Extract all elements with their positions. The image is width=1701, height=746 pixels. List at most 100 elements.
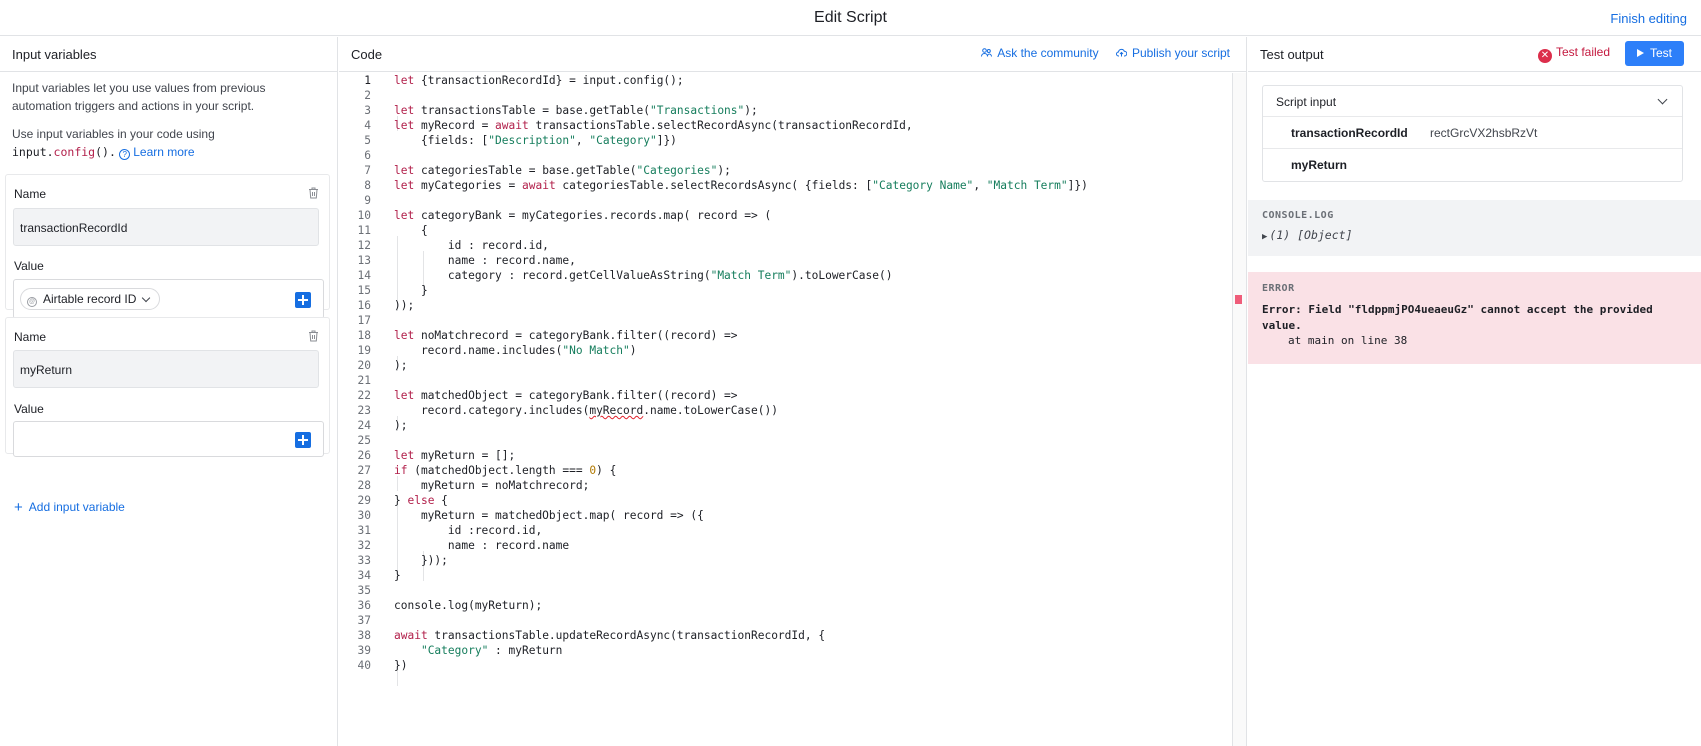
add-input-variable-button[interactable]: + Add input variable	[14, 499, 125, 516]
variable-value-field[interactable]: @ Airtable record ID	[13, 279, 324, 319]
code-line[interactable]: 29} else {	[339, 493, 1232, 509]
line-number: 17	[357, 314, 371, 327]
code-line[interactable]: 32 name : record.name	[339, 538, 1232, 554]
ask-community-link[interactable]: Ask the community	[981, 46, 1099, 60]
code-line[interactable]: 12 id : record.id,	[339, 238, 1232, 254]
code-line[interactable]: 28 myReturn = noMatchrecord;	[339, 478, 1232, 494]
error-marker	[1235, 295, 1242, 304]
code-line[interactable]: 19 record.name.includes("No Match")	[339, 343, 1232, 359]
line-number: 8	[364, 179, 371, 192]
code-line[interactable]: 39 "Category" : myReturn	[339, 643, 1232, 659]
code-editor[interactable]: 1 let {transactionRecordId} = input.confi…	[339, 73, 1232, 746]
line-number: 9	[364, 194, 371, 207]
code-scrollbar[interactable]	[1232, 73, 1246, 746]
line-number: 21	[357, 374, 371, 387]
code-line[interactable]: 7 let categoriesTable = base.getTable("Ca…	[339, 163, 1232, 179]
code-text: let {transactionRecordId} = input.config…	[394, 74, 684, 87]
code-line[interactable]: 5 {fields: ["Description", "Category"]})	[339, 133, 1232, 149]
variable-name-input[interactable]: myReturn	[13, 350, 319, 388]
code-text: if (matchedObject.length === 0) {	[394, 464, 617, 477]
code-line[interactable]: 38 await transactionsTable.updateRecordAs…	[339, 628, 1232, 644]
line-number: 22	[357, 389, 371, 402]
line-number: 4	[364, 119, 371, 132]
code-line[interactable]: 18 let noMatchrecord = categoryBank.filte…	[339, 328, 1232, 344]
code-line[interactable]: 30 myReturn = matchedObject.map( record …	[339, 508, 1232, 524]
input-variable-card: Name myReturn Value	[5, 317, 330, 457]
code-line[interactable]: 15 }	[339, 283, 1232, 299]
trash-icon[interactable]	[308, 330, 319, 342]
variable-name-input[interactable]: transactionRecordId	[13, 208, 319, 246]
help-text-2-prefix: Use input variables in your code using	[12, 127, 215, 141]
code-text: let myRecord = await transactionsTable.s…	[394, 119, 913, 132]
insert-value-button[interactable]	[295, 292, 311, 308]
line-number: 1	[364, 74, 371, 87]
code-line[interactable]: 17	[339, 313, 1232, 329]
code-text: let myReturn = [];	[394, 449, 516, 462]
test-button[interactable]: Test	[1625, 41, 1684, 66]
code-line[interactable]: 8 let myCategories = await categoriesTabl…	[339, 178, 1232, 194]
code-config: config	[53, 145, 96, 159]
trash-icon[interactable]	[308, 187, 319, 199]
line-number: 7	[364, 164, 371, 177]
line-number: 35	[357, 584, 371, 597]
code-line[interactable]: 23 record.category.includes(myRecord.nam…	[339, 403, 1232, 419]
script-input-key: myReturn	[1291, 158, 1348, 172]
code-line[interactable]: 36 console.log(myReturn);	[339, 598, 1232, 614]
code-line[interactable]: 3 let transactionsTable = base.getTable("…	[339, 103, 1232, 119]
play-icon	[1636, 49, 1644, 57]
script-input-title: Script input	[1276, 95, 1337, 109]
error-location: at main on line 38	[1288, 334, 1408, 347]
code-line[interactable]: 35	[339, 583, 1232, 599]
script-input-section: Script input transactionRecordId rectGrc…	[1262, 85, 1683, 182]
code-line[interactable]: 14 category : record.getCellValueAsStrin…	[339, 268, 1232, 284]
publish-script-link[interactable]: Publish your script	[1115, 46, 1230, 60]
code-line[interactable]: 33 }));	[339, 553, 1232, 569]
line-number: 36	[357, 599, 371, 612]
code-line[interactable]: 27 if (matchedObject.length === 0) {	[339, 463, 1232, 479]
code-text: id :record.id,	[394, 524, 543, 537]
code-line[interactable]: 11 {	[339, 223, 1232, 239]
line-number: 6	[364, 149, 371, 162]
code-line[interactable]: 10 let categoryBank = myCategories.record…	[339, 208, 1232, 224]
value-token-pill[interactable]: @ Airtable record ID	[20, 288, 161, 310]
script-input-value: rectGrcVX2hsbRzVt	[1430, 126, 1538, 140]
line-number: 27	[357, 464, 371, 477]
code-text: let categoriesTable = base.getTable("Cat…	[394, 164, 731, 177]
code-line[interactable]: 31 id :record.id,	[339, 523, 1232, 539]
caret-right-icon: ▶	[1262, 232, 1268, 242]
code-line[interactable]: 4 let myRecord = await transactionsTable.…	[339, 118, 1232, 134]
learn-more-link[interactable]: ? Learn more	[119, 145, 195, 160]
value-token-label: Airtable record ID	[43, 292, 137, 306]
insert-value-button[interactable]	[295, 432, 311, 448]
line-number: 24	[357, 419, 371, 432]
finish-editing-link[interactable]: Finish editing	[1610, 11, 1687, 26]
code-line[interactable]: 2	[339, 88, 1232, 104]
error-message: Error: Field "fldppmjPO4ueaeuGz" cannot …	[1262, 303, 1653, 332]
code-line[interactable]: 1 let {transactionRecordId} = input.confi…	[339, 73, 1232, 89]
code-line[interactable]: 24);	[339, 418, 1232, 434]
code-line[interactable]: 16));	[339, 298, 1232, 314]
line-number: 32	[357, 539, 371, 552]
variable-value-field[interactable]	[13, 421, 324, 457]
test-output-header: Test output ✕ Test failed Test	[1248, 37, 1701, 72]
line-number: 2	[364, 89, 371, 102]
code-line[interactable]: 26 let myReturn = [];	[339, 448, 1232, 464]
line-number: 12	[357, 239, 371, 252]
console-log-entry[interactable]: ▶ (1) [Object]	[1262, 228, 1353, 242]
code-line[interactable]: 37	[339, 613, 1232, 629]
code-text: let categoryBank = myCategories.records.…	[394, 209, 772, 222]
code-line[interactable]: 9	[339, 193, 1232, 209]
code-line[interactable]: 22 let matchedObject = categoryBank.filte…	[339, 388, 1232, 404]
code-text: myReturn = noMatchrecord;	[394, 479, 590, 492]
code-title: Code	[351, 47, 383, 62]
code-line[interactable]: 20);	[339, 358, 1232, 374]
code-line[interactable]: 21	[339, 373, 1232, 389]
code-line[interactable]: 13 name : record.name,	[339, 253, 1232, 269]
code-line[interactable]: 34}	[339, 568, 1232, 584]
code-line[interactable]: 25	[339, 433, 1232, 449]
code-line[interactable]: 40})	[339, 658, 1232, 674]
code-line[interactable]: 6	[339, 148, 1232, 164]
code-text: {	[394, 224, 428, 237]
script-input-toggle[interactable]: Script input	[1263, 86, 1682, 117]
code-input: input.	[12, 145, 54, 159]
